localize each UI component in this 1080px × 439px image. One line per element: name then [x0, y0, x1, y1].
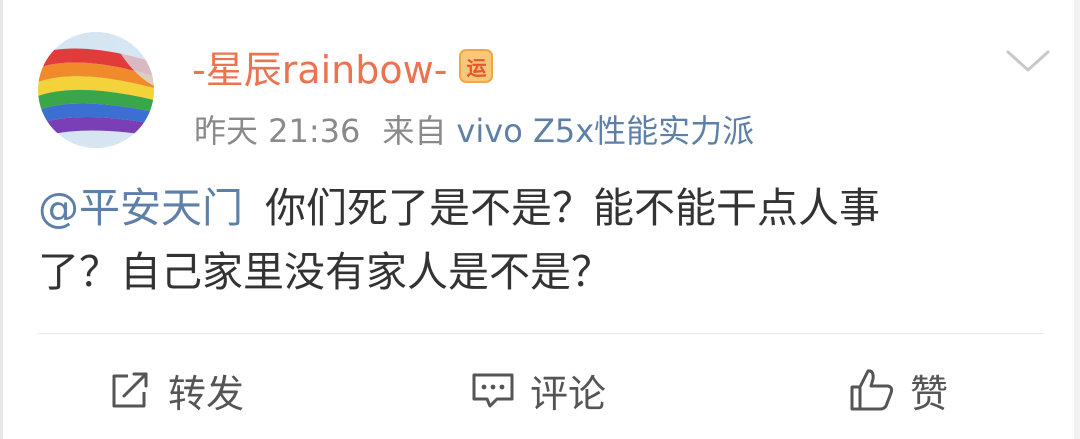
- mention-link[interactable]: @平安天门: [38, 184, 243, 232]
- repost-button[interactable]: 转发: [108, 362, 244, 418]
- like-label: 赞: [910, 371, 949, 416]
- content-line-1: @平安天门 你们死了是不是？能不能干点人事: [38, 176, 1048, 240]
- post-meta: 昨天 21:36 来自 vivo Z5x性能实力派: [194, 104, 754, 154]
- comment-icon: [472, 373, 514, 408]
- comment-label: 评论: [530, 371, 607, 416]
- divider: [38, 333, 1044, 334]
- rainbow-flag-avatar-icon: [38, 32, 154, 148]
- post-content: @平安天门 你们死了是不是？能不能干点人事 了？自己家里没有家人是不是？: [38, 176, 1048, 304]
- like-button[interactable]: 赞: [848, 362, 948, 418]
- repost-label: 转发: [168, 371, 245, 416]
- avatar[interactable]: [38, 32, 154, 148]
- source-prefix: 来自: [382, 112, 447, 150]
- post-source[interactable]: vivo Z5x性能实力派: [456, 106, 754, 152]
- content-line-2: 了？自己家里没有家人是不是？: [38, 248, 612, 296]
- weibo-post-card: -星辰rainbow- 运 昨天 21:36 来自 vivo Z5x性能实力派 …: [0, 0, 1080, 439]
- thumbs-up-icon: [850, 369, 894, 411]
- content-text-1: 你们死了是不是？能不能干点人事: [265, 184, 880, 232]
- post-time: 昨天 21:36: [194, 112, 361, 150]
- repost-icon: [112, 372, 148, 408]
- username-row: -星辰rainbow- 运: [192, 36, 494, 96]
- yun-badge-icon[interactable]: 运: [459, 49, 494, 83]
- chevron-down-icon[interactable]: [1004, 46, 1052, 76]
- comment-button[interactable]: 评论: [470, 362, 606, 418]
- left-edge: [0, 0, 3, 439]
- username[interactable]: -星辰rainbow-: [192, 39, 447, 94]
- right-edge: [1074, 0, 1080, 439]
